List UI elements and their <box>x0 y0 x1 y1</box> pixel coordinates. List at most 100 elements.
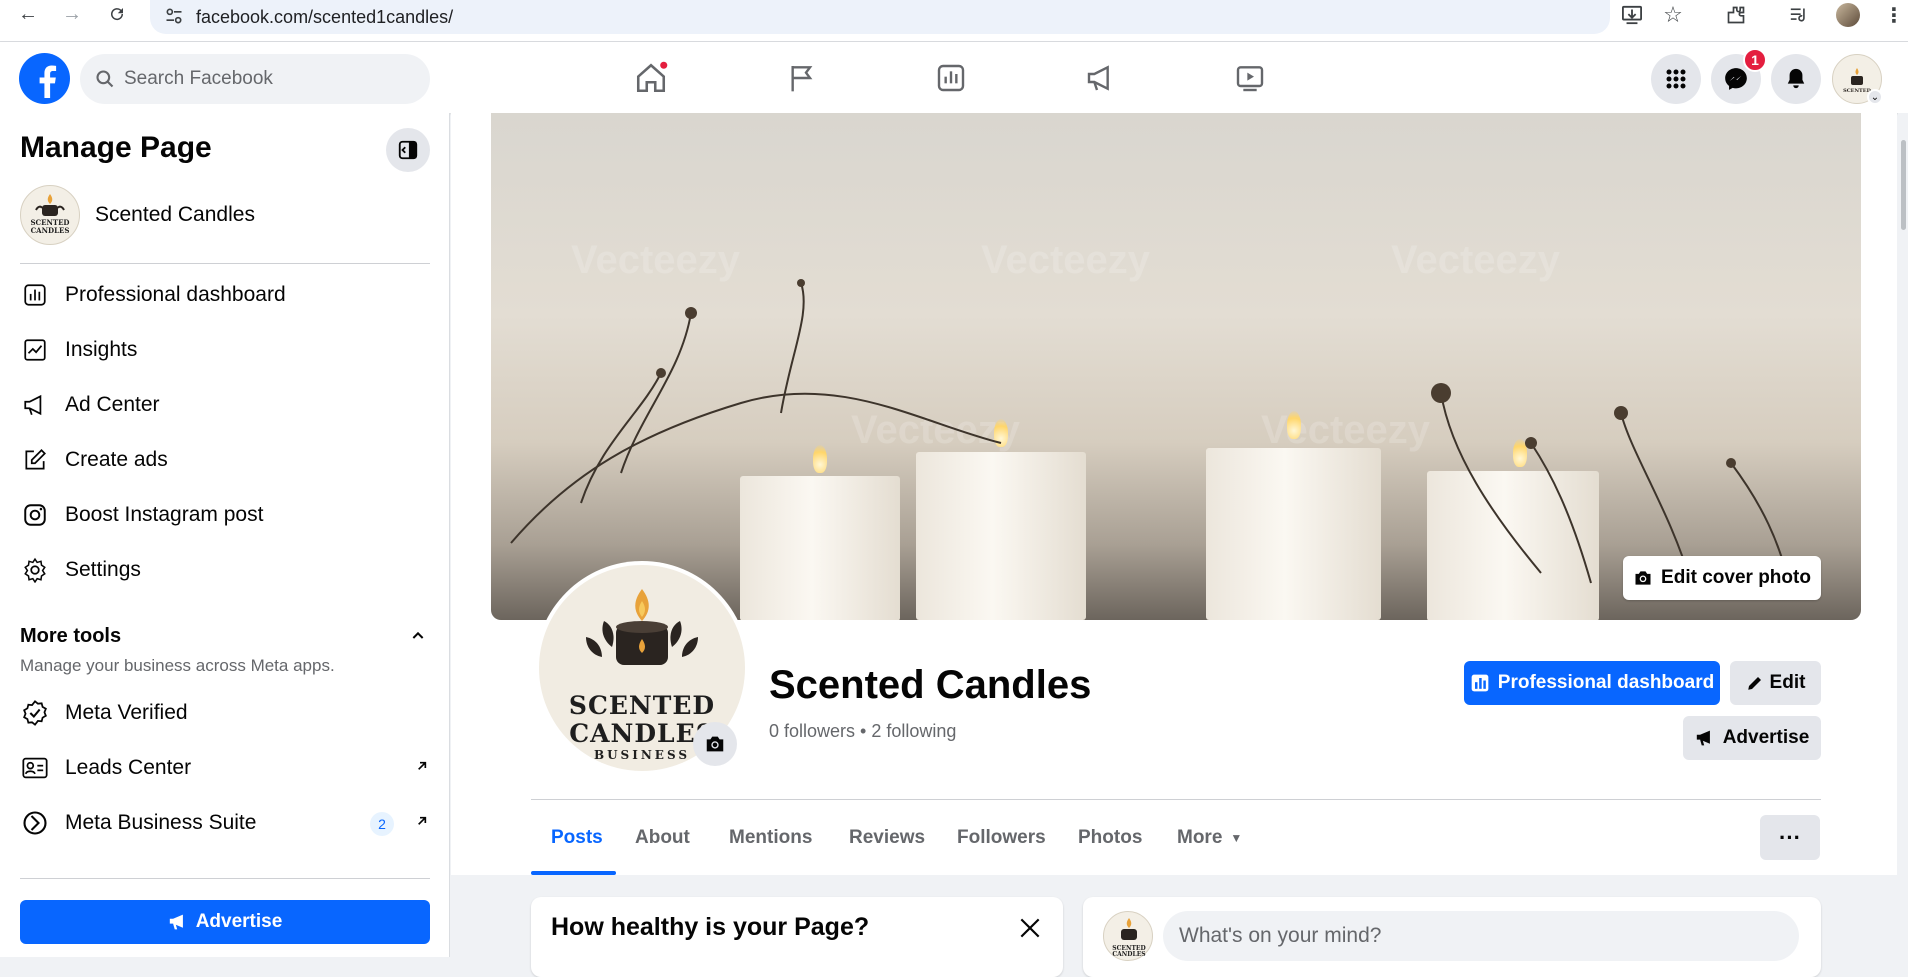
more-tools-heading: More tools <box>20 625 122 647</box>
tabs-divider <box>531 799 1821 800</box>
dashboard-icon[interactable] <box>929 56 973 100</box>
extensions-icon[interactable] <box>1722 2 1750 28</box>
cover-photo: Vecteezy Vecteezy Vecteezy Vecteezy Vect… <box>491 113 1861 620</box>
sidebar-item-leads-center[interactable]: Leads Center <box>20 745 430 791</box>
gear-icon <box>20 555 50 585</box>
tab-reviews[interactable]: Reviews <box>849 815 925 860</box>
tab-about[interactable]: About <box>635 815 690 860</box>
active-tab-indicator <box>531 871 616 875</box>
chevron-down-icon[interactable]: ⌄ <box>1867 89 1883 105</box>
profile-avatar-icon[interactable] <box>1834 2 1862 28</box>
sidebar-item-ad-center[interactable]: Ad Center <box>20 382 430 428</box>
page-scrollbar[interactable] <box>1898 113 1908 957</box>
camera-icon <box>1635 571 1651 585</box>
address-bar[interactable]: facebook.com/scented1candles/ <box>150 0 1610 34</box>
menu-grid-icon[interactable] <box>1651 54 1701 104</box>
megaphone-icon <box>169 914 183 930</box>
sidebar-item-label: Insights <box>65 338 138 361</box>
professional-dashboard-button[interactable]: Professional dashboard <box>1464 661 1720 705</box>
ellipsis-icon: ··· <box>1779 824 1801 850</box>
more-tools-subtitle: Manage your business across Meta apps. <box>20 656 335 675</box>
home-icon[interactable] <box>629 56 673 100</box>
tab-posts[interactable]: Posts <box>551 815 603 860</box>
update-profile-picture-button[interactable] <box>693 722 737 766</box>
facebook-logo-icon[interactable] <box>19 53 70 104</box>
browser-menu-icon[interactable]: ⋮ <box>1880 2 1908 28</box>
external-link-icon <box>414 811 430 835</box>
dashboard-icon <box>1471 674 1489 692</box>
search-icon <box>96 70 114 88</box>
sidebar-page-selector[interactable]: SCENTED CANDLES Scented Candles <box>20 185 255 245</box>
more-options-button[interactable]: ··· <box>1760 815 1820 860</box>
sidebar-item-label: Settings <box>65 558 141 581</box>
megaphone-icon <box>20 390 50 420</box>
page-follower-stats[interactable]: 0 followers • 2 following <box>769 721 956 742</box>
verified-badge-icon <box>20 698 50 728</box>
sidebar-item-meta-verified[interactable]: Meta Verified <box>20 690 430 736</box>
pencil-square-icon <box>20 445 50 475</box>
site-settings-icon[interactable] <box>164 6 184 26</box>
sidebar-item-label: Create ads <box>65 448 168 471</box>
page-health-card: How healthy is your Page? <box>531 897 1063 977</box>
logo-title-line1: SCENTED <box>568 691 716 720</box>
dashboard-icon <box>20 280 50 310</box>
camera-icon <box>706 736 724 752</box>
candle-logo-icon: SCENTED <box>1843 68 1872 94</box>
tab-more[interactable]: More ▼ <box>1177 815 1242 860</box>
sidebar-advertise-button[interactable]: Advertise <box>20 900 430 944</box>
megaphone-icon[interactable] <box>1079 56 1123 100</box>
sidebar-item-professional-dashboard[interactable]: Professional dashboard <box>20 272 430 318</box>
url-text: facebook.com/scented1candles/ <box>196 6 454 27</box>
sidebar-item-label: Boost Instagram post <box>65 503 264 526</box>
page-logo: SCENTED CANDLES <box>20 185 80 245</box>
sidebar-page-name: Scented Candles <box>95 203 255 226</box>
tab-mentions[interactable]: Mentions <box>729 815 812 860</box>
search-input[interactable]: Search Facebook <box>80 54 430 104</box>
notifications-bell-icon[interactable] <box>1771 54 1821 104</box>
facebook-header: Search Facebook 1 SCENTED ⌄ <box>0 42 1908 113</box>
sidebar-item-create-ads[interactable]: Create ads <box>20 437 430 483</box>
tab-followers[interactable]: Followers <box>957 815 1046 860</box>
svg-text:CANDLES: CANDLES <box>31 226 70 235</box>
edit-cover-label: Edit cover photo <box>1661 567 1811 588</box>
messenger-icon[interactable]: 1 <box>1711 48 1767 104</box>
sidebar-item-insights[interactable]: Insights <box>20 327 430 373</box>
sidebar-item-settings[interactable]: Settings <box>20 547 430 593</box>
sidebar-item-meta-business-suite[interactable]: Meta Business Suite 2 <box>20 800 430 846</box>
install-app-icon[interactable] <box>1618 2 1646 28</box>
edit-cover-photo-button[interactable]: Edit cover photo <box>1623 556 1821 600</box>
bookmark-star-icon[interactable]: ☆ <box>1659 2 1687 28</box>
dried-flowers-image <box>510 279 1792 594</box>
manage-page-sidebar: Manage Page SCENTED CANDLES Scented Candl… <box>0 113 450 957</box>
reload-icon[interactable] <box>101 0 133 28</box>
account-avatar[interactable]: SCENTED ⌄ <box>1832 54 1883 105</box>
sidebar-divider <box>20 263 430 264</box>
logo-subtitle: BUSINESS <box>593 748 691 762</box>
forward-icon[interactable]: → <box>56 0 88 28</box>
advertise-button[interactable]: Advertise <box>1683 716 1821 760</box>
edit-label: Edit <box>1769 672 1806 693</box>
candle-logo-icon: SCENTEDCANDLES <box>1112 918 1146 958</box>
business-suite-icon <box>20 808 50 838</box>
scrollbar-thumb[interactable] <box>1901 140 1906 230</box>
collapse-sidebar-icon[interactable] <box>386 128 430 172</box>
edit-button[interactable]: Edit <box>1730 661 1821 705</box>
pages-flag-icon[interactable] <box>780 56 824 100</box>
media-controls-icon[interactable] <box>1785 2 1813 28</box>
tab-photos[interactable]: Photos <box>1078 815 1142 860</box>
sidebar-item-label: Professional dashboard <box>65 283 286 306</box>
sidebar-item-label: Ad Center <box>65 393 160 416</box>
chevron-up-icon[interactable] <box>410 628 426 649</box>
composer-input[interactable]: What's on your mind? <box>1163 911 1799 961</box>
back-icon[interactable]: ← <box>12 0 44 28</box>
sidebar-item-boost-instagram[interactable]: Boost Instagram post <box>20 492 430 538</box>
health-card-title: How healthy is your Page? <box>551 913 870 941</box>
sidebar-title: Manage Page <box>20 131 212 164</box>
video-icon[interactable] <box>1228 56 1272 100</box>
notification-count-badge: 2 <box>370 812 394 836</box>
megaphone-icon <box>1696 730 1710 746</box>
candle-logo-icon <box>586 589 698 665</box>
post-composer-card: SCENTED CANDLES What's on your mind? <box>1083 897 1821 977</box>
close-icon[interactable] <box>1017 915 1043 946</box>
sidebar-item-label: Meta Verified <box>65 701 188 724</box>
